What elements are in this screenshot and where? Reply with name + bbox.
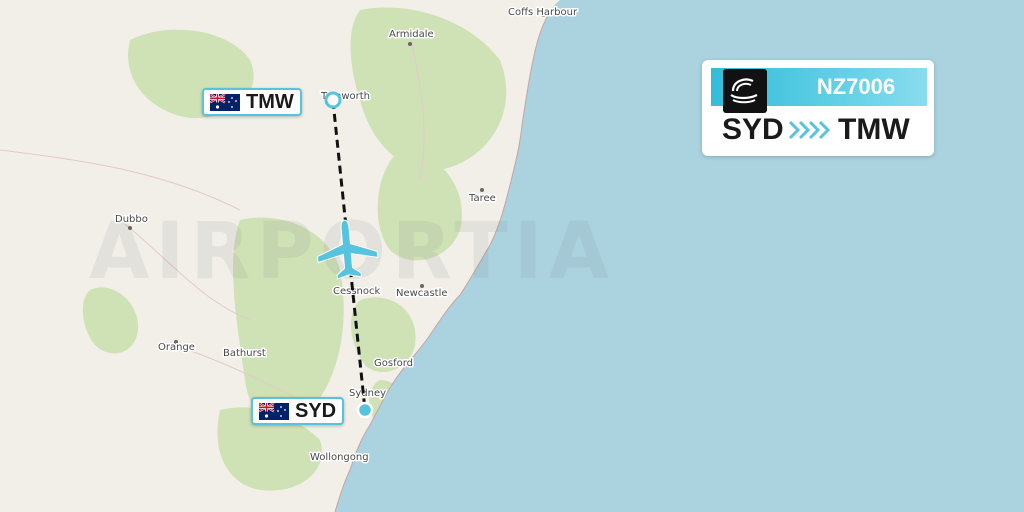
destination-airport-marker[interactable]	[324, 91, 342, 109]
chevrons-right-icon	[788, 120, 831, 140]
flight-number: NZ7006	[816, 74, 896, 99]
origin-airport-marker[interactable]	[356, 401, 374, 419]
town-label-wollongong: Wollongong	[310, 452, 369, 463]
origin-airport-tag[interactable]: SYD	[251, 397, 345, 425]
town-label-newcastle: Newcastle	[396, 288, 448, 299]
town-label-dubbo: Dubbo	[115, 214, 148, 225]
australia-flag-icon	[210, 93, 240, 111]
destination-airport-tag[interactable]: TMW	[202, 88, 302, 116]
town-label-gosford: Gosford	[374, 358, 413, 369]
town-label-armidale: Armidale	[389, 29, 434, 40]
air-new-zealand-koru-icon	[723, 69, 767, 113]
town-label-sydney: Sydney	[349, 388, 386, 399]
town-label-orange: Orange	[158, 342, 195, 353]
flight-map-view: AIRPORTIA Coffs Harbour Armidale Tamwort…	[0, 0, 1024, 512]
flight-card-header: NZ7006	[711, 68, 927, 113]
town-label-coffs-harbour: Coffs Harbour	[508, 7, 578, 18]
flight-info-card[interactable]: NZ7006 SYD TMW	[702, 60, 934, 156]
route-to-code: TMW	[838, 113, 910, 146]
town-label-bathurst: Bathurst	[223, 348, 266, 359]
town-label-taree: Taree	[468, 193, 496, 204]
origin-airport-code: SYD	[295, 400, 337, 422]
town-label-cessnock: Cessnock	[333, 286, 381, 297]
australia-flag-icon	[259, 402, 289, 420]
route-from-code: SYD	[722, 113, 784, 146]
destination-airport-code: TMW	[246, 91, 294, 113]
